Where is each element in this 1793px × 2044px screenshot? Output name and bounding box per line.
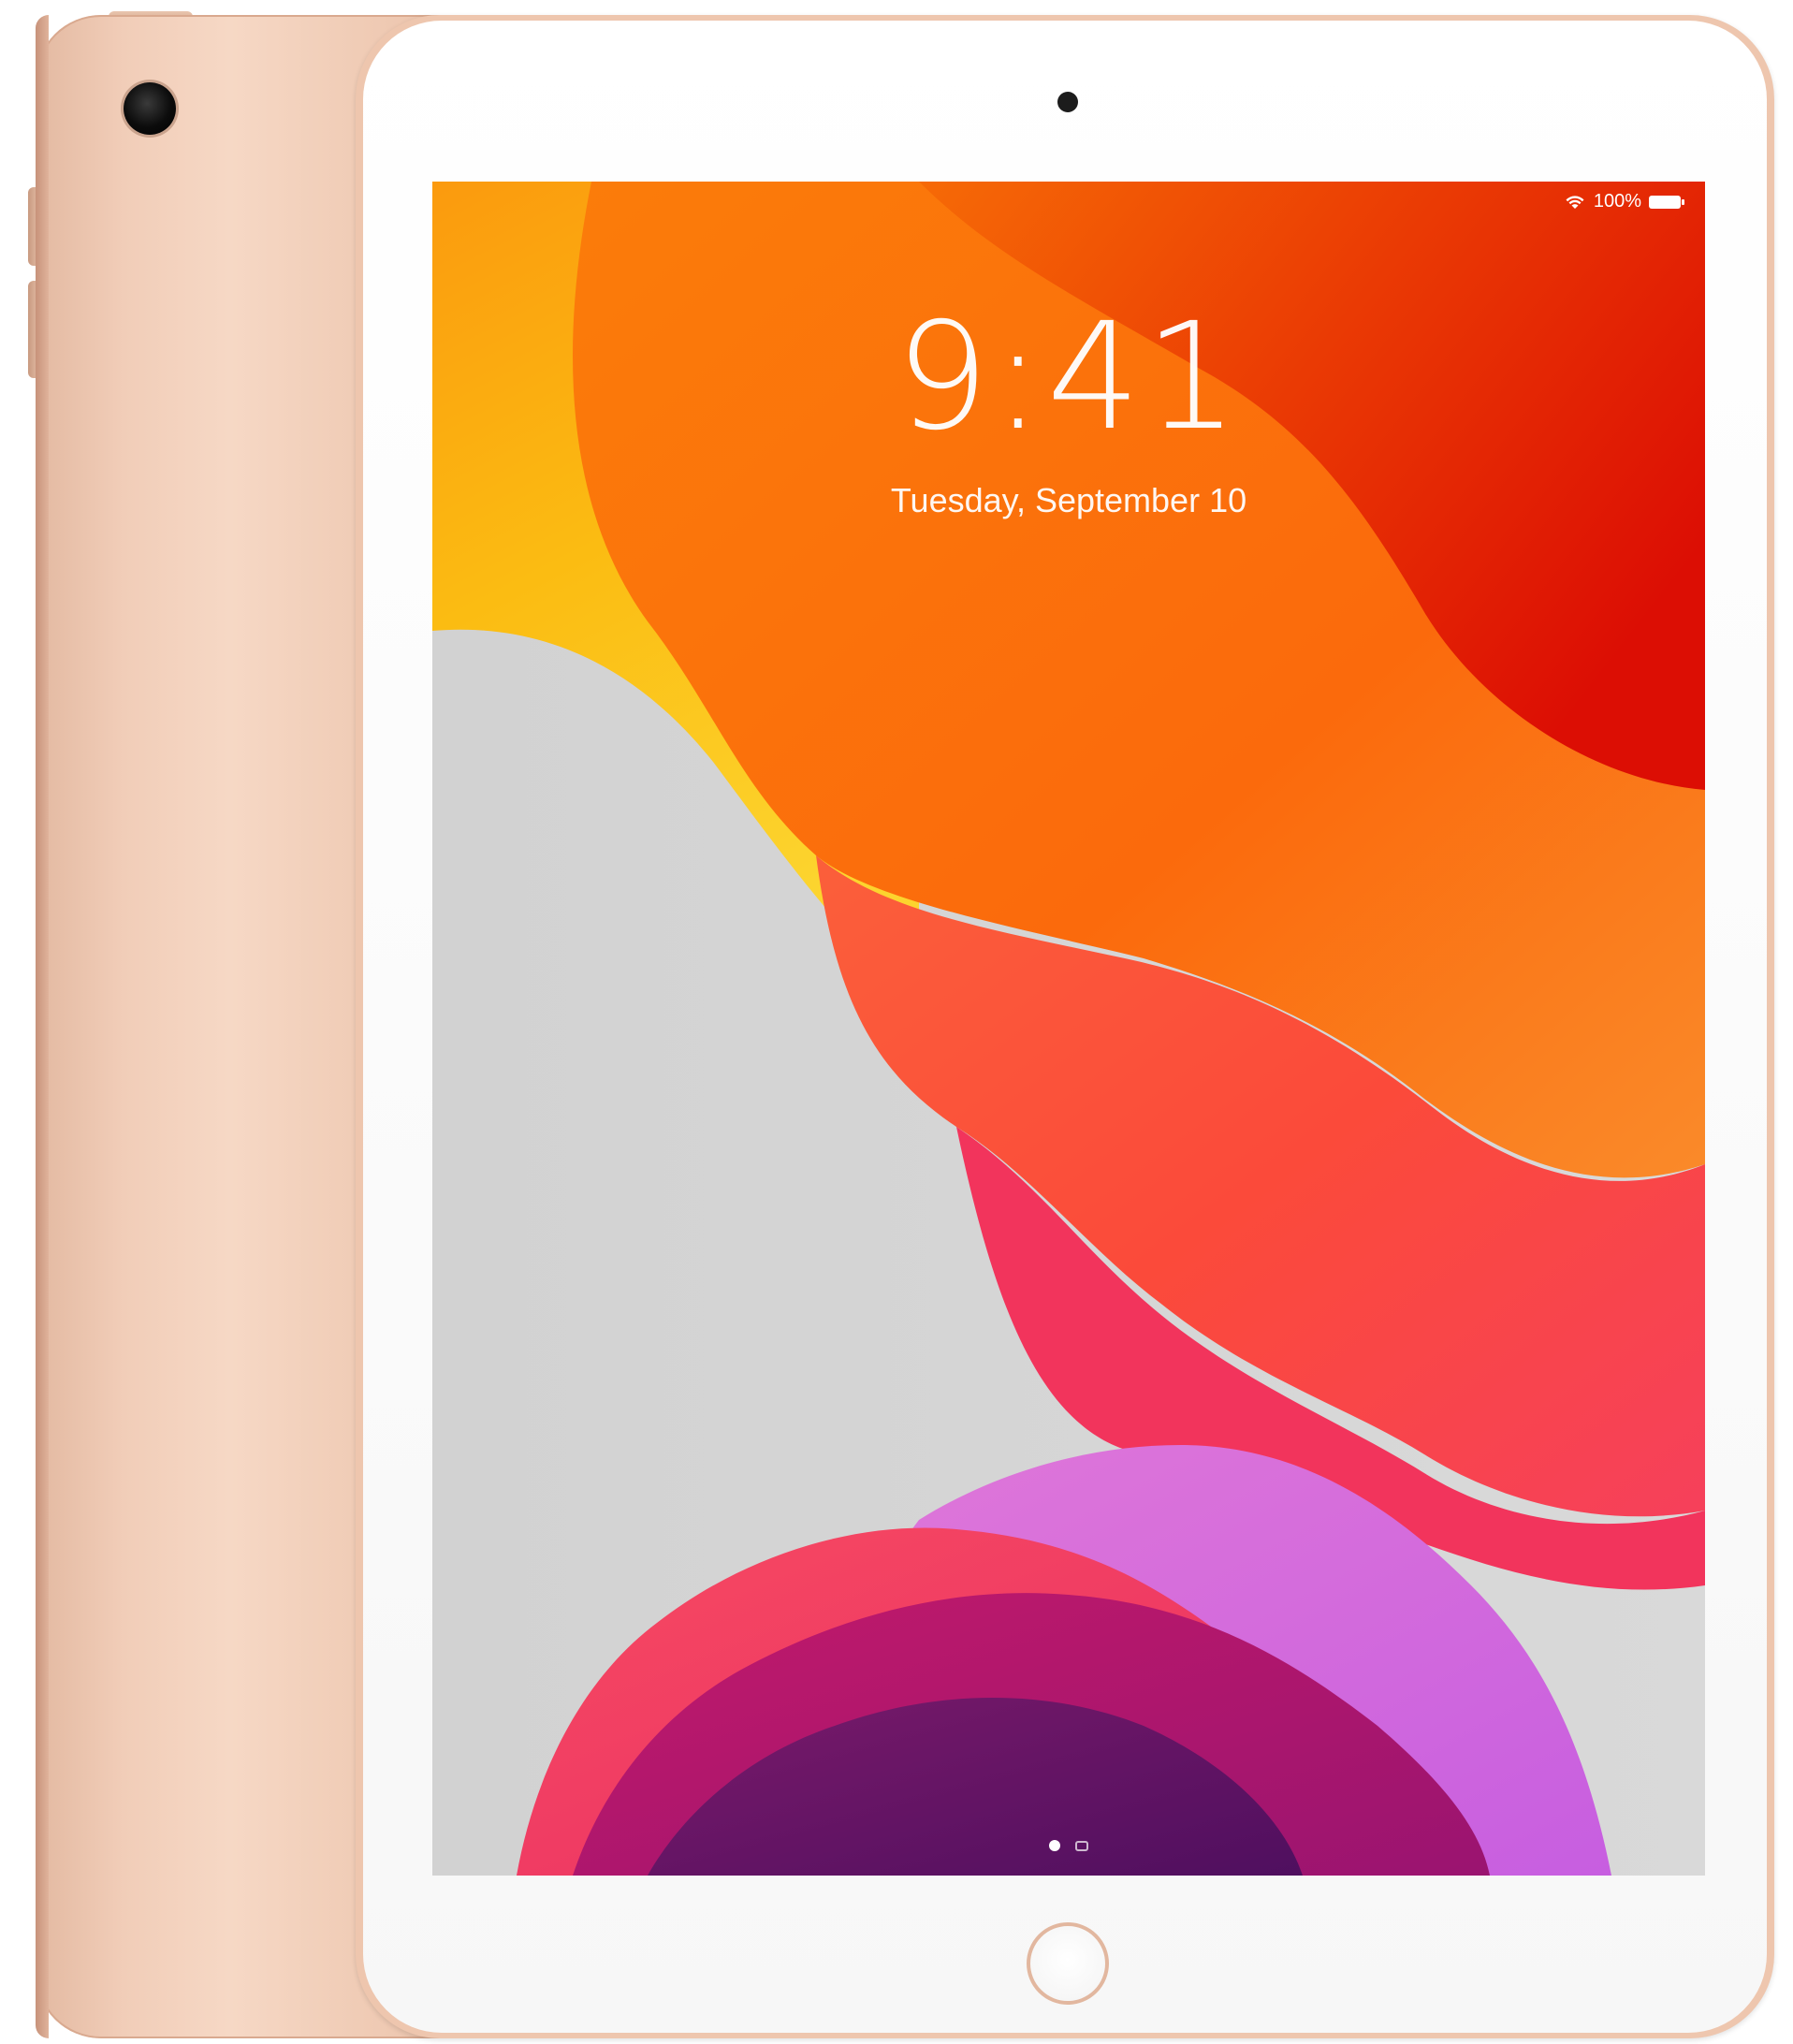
page-dot-current[interactable] [1049,1840,1060,1851]
rear-camera-icon [124,82,176,135]
product-image: 100% 9:41 Tuesday, September 10 [0,0,1793,2044]
front-camera-icon [1057,92,1078,112]
page-indicator[interactable] [432,1840,1705,1851]
lock-screen: 100% 9:41 Tuesday, September 10 [432,182,1705,1876]
device-back-edge [36,15,49,2038]
battery-percentage: 100% [1593,191,1641,212]
status-bar: 100% [1564,191,1684,212]
camera-icon[interactable] [1075,1840,1088,1851]
battery-icon [1649,195,1684,209]
lock-screen-time: 9:41 [895,291,1243,463]
lock-screen-date: Tuesday, September 10 [890,481,1247,519]
wifi-icon [1566,195,1584,209]
home-button-icon[interactable] [1027,1922,1109,2005]
